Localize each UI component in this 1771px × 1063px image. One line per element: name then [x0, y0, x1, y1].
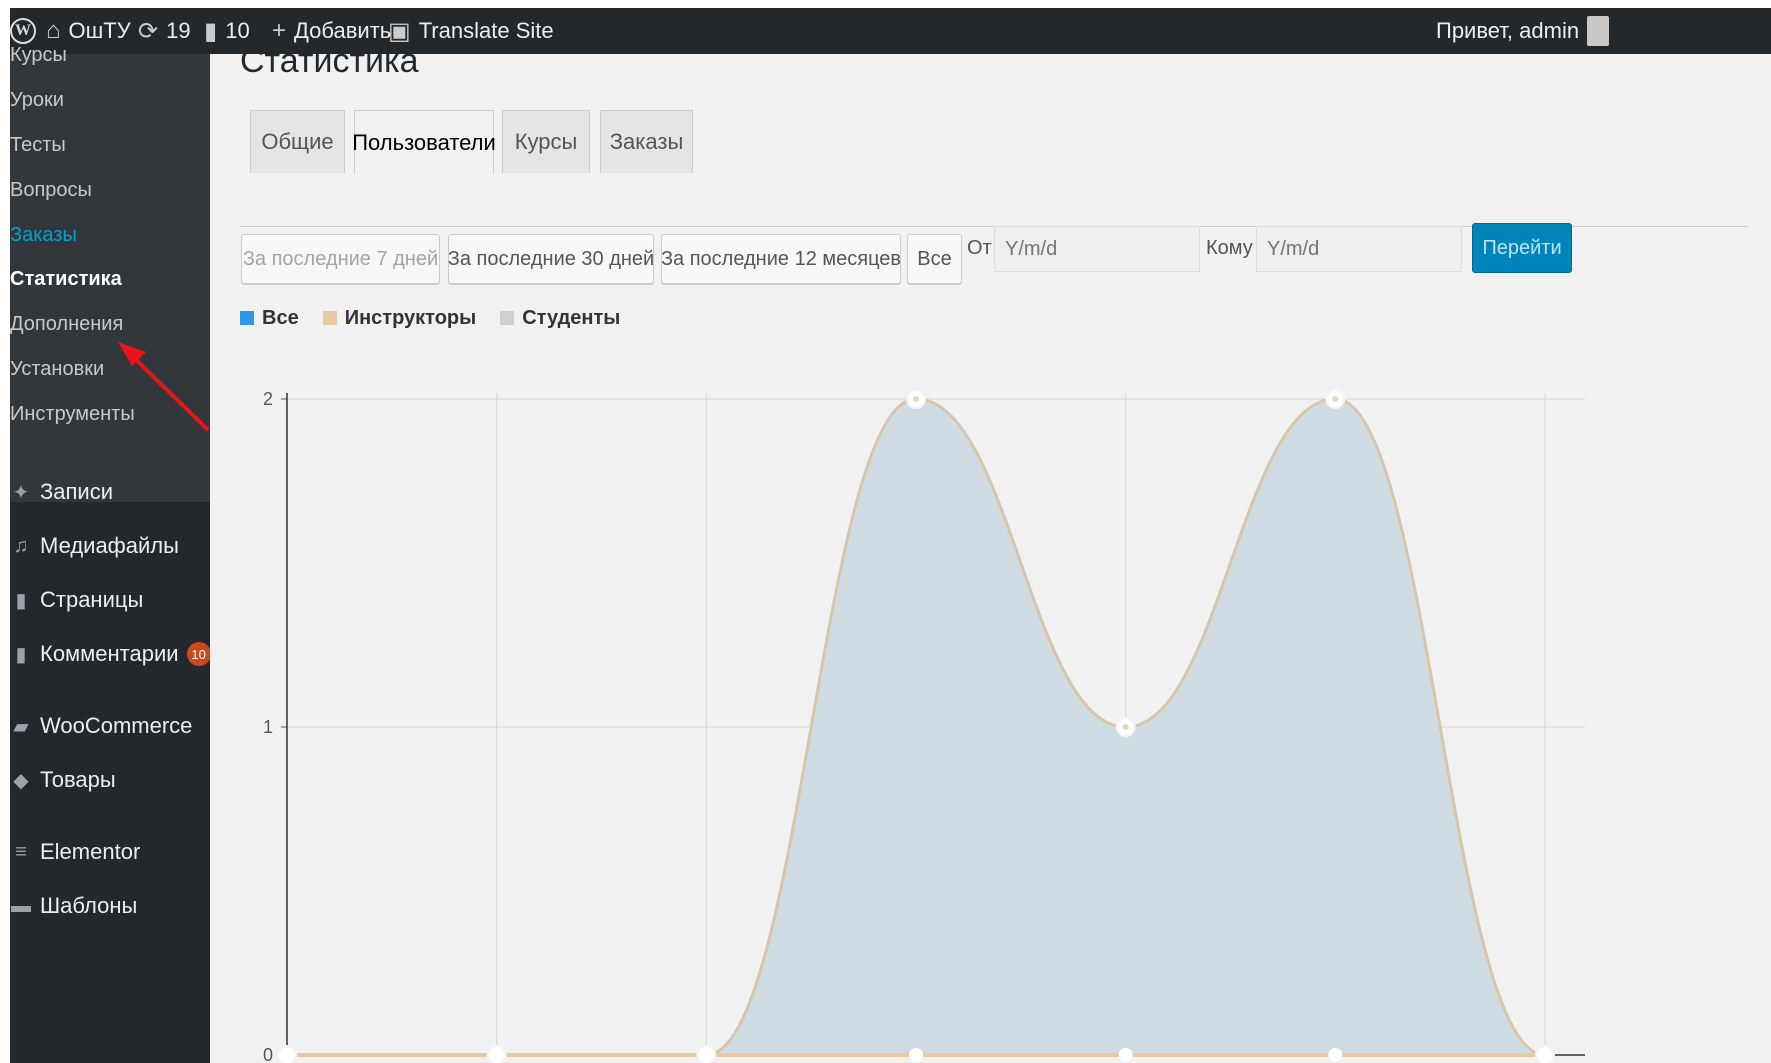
- y-tick-label: 2: [263, 389, 273, 409]
- submenu-item-tools[interactable]: Инструменты: [10, 403, 135, 426]
- submenu-item-quizzes[interactable]: Тесты: [10, 134, 66, 157]
- page-icon: ▮: [15, 589, 27, 612]
- menu-item-templates[interactable]: ▬ Шаблоны: [10, 886, 137, 926]
- woocommerce-icon: ▰: [13, 715, 29, 738]
- students-point-center: [1122, 724, 1129, 730]
- instructors-point: [909, 1048, 923, 1062]
- media-icon: ♫: [13, 534, 29, 557]
- submenu-item-settings[interactable]: Установки: [10, 358, 104, 381]
- avatar: [1587, 16, 1610, 46]
- account-link[interactable]: Привет, admin: [1436, 8, 1610, 54]
- admin-sidebar: Курсы Уроки Тесты Вопросы Заказы Статист…: [10, 44, 211, 1063]
- instructors-point: [1118, 1048, 1133, 1062]
- menu-item-label: Комментарии: [40, 641, 179, 666]
- updates-link[interactable]: ⟳ 19: [138, 8, 191, 54]
- menu-item-products[interactable]: ◆ Товары: [10, 760, 116, 800]
- pin-icon: ✦: [12, 481, 30, 504]
- plus-icon: +: [272, 17, 287, 44]
- greeting: Привет, admin: [1436, 18, 1580, 43]
- menu-item-elementor[interactable]: ≡ Elementor: [10, 832, 140, 872]
- wordpress-icon: W: [10, 18, 36, 44]
- y-tick-label: 0: [263, 1045, 273, 1063]
- instructors-point: [699, 1048, 714, 1062]
- submenu-item-orders[interactable]: Заказы: [10, 224, 77, 247]
- lms-submenu: Курсы Уроки Тесты Вопросы Заказы Статист…: [10, 44, 210, 502]
- submenu-item-questions[interactable]: Вопросы: [10, 179, 92, 202]
- submenu-item-lessons[interactable]: Уроки: [10, 89, 64, 112]
- elementor-icon: ≡: [15, 840, 27, 863]
- menu-item-label: Шаблоны: [40, 893, 138, 918]
- instructors-point: [489, 1048, 504, 1062]
- menu-item-label: Записи: [40, 479, 114, 504]
- folder-icon: ▬: [11, 894, 31, 917]
- home-icon: ⌂: [46, 17, 61, 44]
- instructors-point: [1538, 1048, 1552, 1062]
- comments-count: 10: [225, 18, 250, 43]
- menu-item-pages[interactable]: ▮ Страницы: [10, 580, 143, 620]
- comment-icon: ▮: [15, 643, 27, 666]
- menu-item-label: Elementor: [40, 839, 141, 864]
- y-tick-label: 1: [263, 717, 273, 737]
- refresh-icon: ⟳: [138, 17, 159, 45]
- menu-item-posts[interactable]: ✦ Записи: [10, 472, 113, 512]
- submenu-item-statistics[interactable]: Статистика: [10, 268, 122, 291]
- translate-label: Translate Site: [418, 18, 554, 43]
- students-point-center: [913, 396, 919, 402]
- menu-item-comments[interactable]: ▮ Комментарии 10: [10, 634, 211, 674]
- comments-badge: 10: [186, 642, 211, 666]
- updates-count: 19: [166, 18, 191, 43]
- students-point-center: [1332, 396, 1339, 402]
- menu-item-media[interactable]: ♫ Медиафайлы: [10, 526, 179, 566]
- box-icon: ◆: [13, 769, 29, 792]
- site-name: ОшТУ: [68, 18, 131, 43]
- main-content: Статистика Общие Пользователи Курсы Зака…: [210, 42, 1771, 1063]
- menu-item-label: WooCommerce: [40, 713, 193, 738]
- instructors-point: [280, 1048, 294, 1062]
- instructors-point: [1328, 1048, 1343, 1062]
- submenu-item-courses[interactable]: Курсы: [10, 44, 67, 67]
- comment-icon: ▮: [204, 17, 218, 45]
- submenu-item-addons[interactable]: Дополнения: [10, 313, 123, 336]
- menu-item-label: Медиафайлы: [40, 533, 179, 558]
- app-frame: { "adminbar": { "site_name": "ОшТУ", "up…: [0, 0, 1771, 1063]
- add-label: Добавить: [294, 18, 392, 43]
- menu-item-label: Страницы: [40, 587, 144, 612]
- menu-item-label: Товары: [40, 767, 116, 792]
- users-chart: 012Apr 17 2020Apr 18 2020Apr 19 2020Apr …: [263, 389, 1585, 1063]
- menu-item-woocommerce[interactable]: ▰ WooCommerce: [10, 706, 192, 746]
